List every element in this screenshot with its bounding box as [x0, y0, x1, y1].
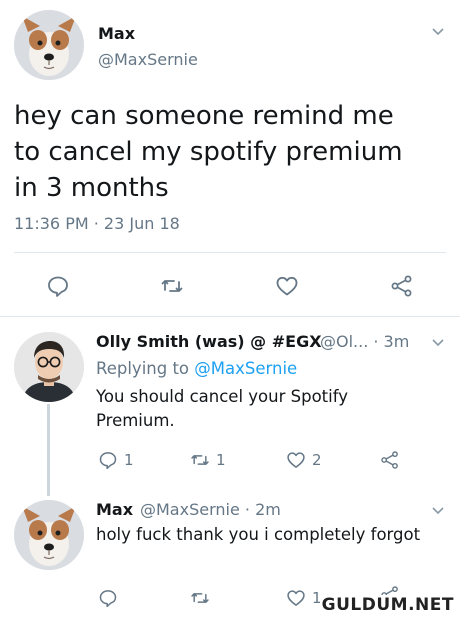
share-button[interactable]	[380, 450, 400, 470]
thread-line	[47, 404, 50, 496]
display-name[interactable]: Olly Smith (was) @ #EGX	[96, 332, 322, 351]
share-icon	[391, 275, 412, 297]
retweet-icon	[191, 593, 209, 603]
reply-count: 1	[124, 451, 134, 469]
avatar[interactable]	[14, 10, 84, 80]
retweet-icon	[161, 280, 183, 292]
avatar[interactable]	[14, 332, 84, 402]
divider	[14, 252, 446, 253]
retweet-count: 1	[216, 451, 226, 469]
handle-and-time[interactable]: @MaxSernie · 2m	[140, 500, 281, 519]
watermark: GULDUM.NET	[319, 595, 456, 615]
like-button[interactable]: 2	[286, 450, 322, 470]
chevron-down-icon[interactable]	[430, 503, 446, 519]
tweet-actions	[0, 270, 460, 300]
retweet-button[interactable]	[190, 588, 210, 608]
tweet-text-line: to cancel my spotify premium	[14, 137, 403, 167]
retweet-icon	[191, 455, 209, 465]
reply-icon	[99, 590, 117, 608]
reply-button[interactable]	[98, 588, 118, 608]
like-button[interactable]: 1	[286, 588, 322, 608]
tweet-text: You should cancel your Spotify Premium.	[96, 385, 348, 433]
like-icon	[287, 590, 305, 606]
retweet-button[interactable]	[160, 274, 184, 298]
display-name[interactable]: Max	[98, 24, 135, 43]
chevron-down-icon[interactable]	[430, 335, 446, 351]
tweet-text-line: hey can someone remind me	[14, 101, 394, 131]
display-name[interactable]: Max	[96, 500, 133, 519]
tweet-text: holy fuck thank you i completely forgot	[96, 525, 421, 544]
replying-to-handle-link[interactable]: @MaxSernie	[194, 359, 297, 378]
tweet-text-line: in 3 months	[14, 173, 169, 203]
dog-avatar-image	[14, 500, 84, 570]
reply-button[interactable]	[46, 274, 70, 298]
man-avatar-image	[14, 332, 84, 402]
main-tweet: Max @MaxSernie hey can someone remind me…	[0, 0, 460, 318]
tweet-text-line: You should cancel your Spotify	[96, 387, 349, 406]
retweet-button[interactable]: 1	[190, 450, 226, 470]
tweet-text: hey can someone remind me to cancel my s…	[14, 98, 454, 206]
like-icon	[276, 276, 298, 296]
tweet-text-line: Premium.	[96, 411, 175, 430]
avatar[interactable]	[14, 500, 84, 570]
reply-icon	[48, 276, 68, 297]
tweet-timestamp[interactable]: 11:36 PM · 23 Jun 18	[14, 214, 180, 233]
replying-to: Replying to @MaxSernie	[96, 359, 297, 378]
reply-button[interactable]: 1	[98, 450, 134, 470]
user-handle[interactable]: @MaxSernie	[98, 50, 198, 69]
like-count: 2	[312, 451, 322, 469]
chevron-down-icon[interactable]	[430, 24, 446, 40]
like-button[interactable]	[275, 274, 299, 298]
divider	[0, 316, 460, 317]
share-button[interactable]	[390, 274, 414, 298]
replying-to-label: Replying to	[96, 359, 195, 378]
handle-and-time[interactable]: @Ol... · 3m	[320, 332, 409, 351]
share-icon	[381, 451, 398, 469]
reply-icon	[99, 452, 117, 470]
dog-avatar-image	[14, 10, 84, 80]
like-icon	[287, 452, 305, 468]
